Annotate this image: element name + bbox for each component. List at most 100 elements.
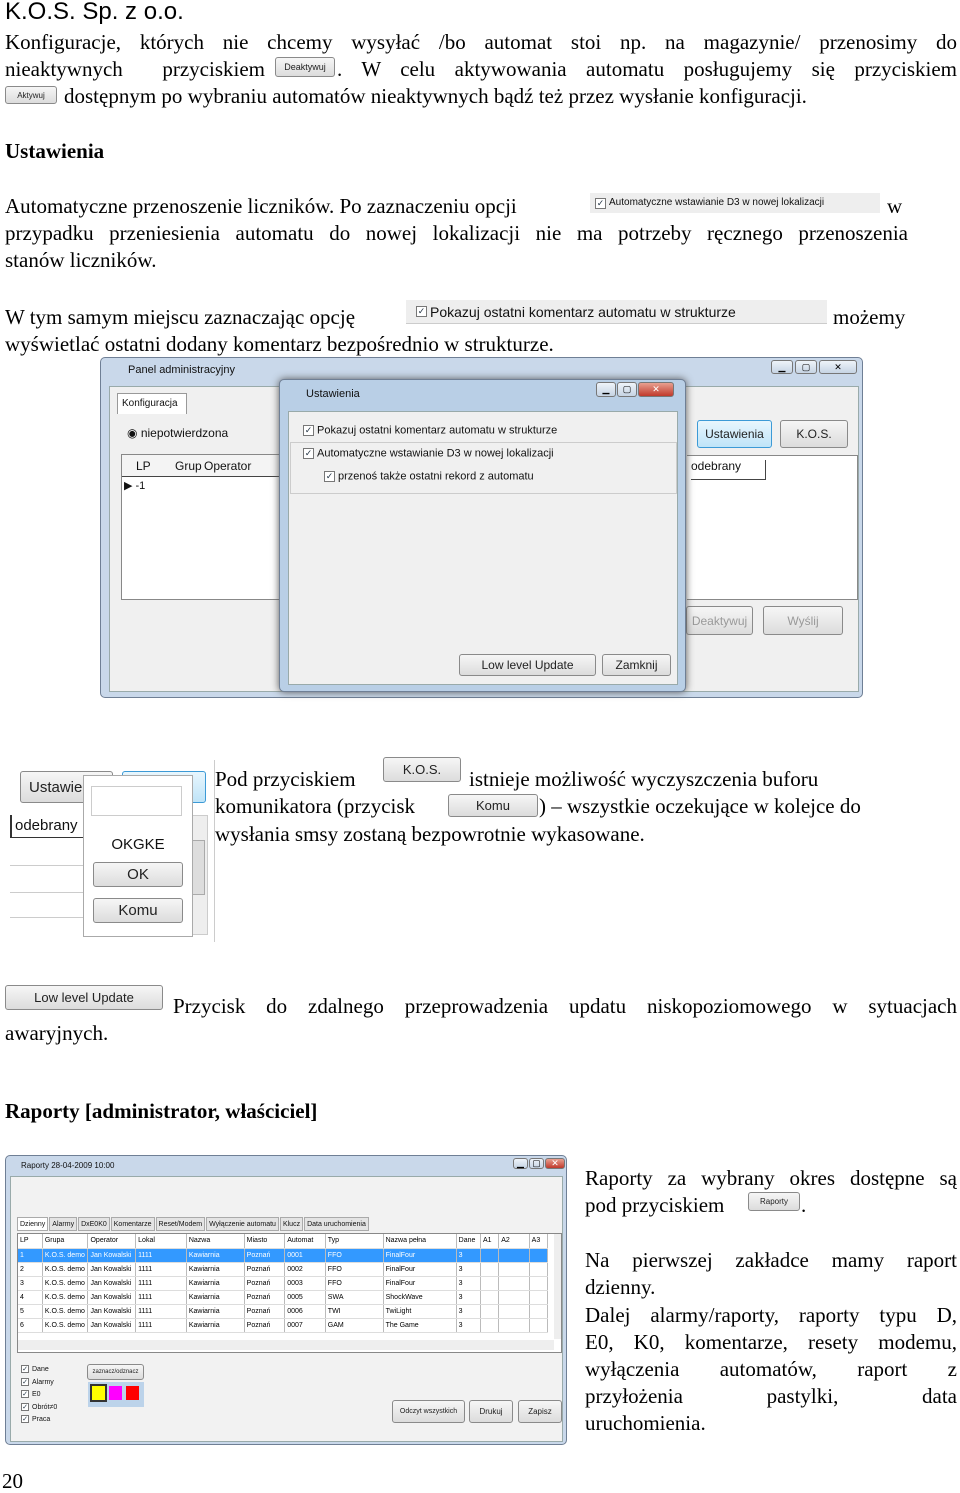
cell <box>529 1318 549 1333</box>
checkbox-icon: ✓ <box>21 1365 29 1373</box>
minimize-button[interactable]: ▁ <box>596 382 616 397</box>
checkbox-3[interactable]: ✓ Obrót≠0 <box>21 1402 57 1416</box>
tab-reset-modem[interactable]: Reset/Modem <box>155 1217 206 1231</box>
wyslij-button[interactable]: Wyślij <box>763 606 843 635</box>
col-header[interactable]: Operator <box>87 1234 137 1249</box>
checkbox-auto-d3[interactable]: ✓ Automatyczne wstawianie D3 w nowej loka… <box>303 448 554 459</box>
toggle-all-button[interactable]: zaznacz/odznacz <box>87 1364 144 1380</box>
grid[interactable]: odebrany <box>10 815 90 937</box>
tab-dzienny[interactable]: Dzienny <box>17 1217 49 1231</box>
tab-dxe0k0[interactable]: DxE0K0 <box>78 1217 110 1231</box>
cell: Poznań <box>244 1248 286 1263</box>
text-line: . W celu aktywowania automatu posługujem… <box>337 57 957 81</box>
cell: Kawiarnia <box>186 1262 245 1277</box>
checkbox-2[interactable]: ✓ E0 <box>21 1390 57 1403</box>
low-level-update-button[interactable]: Low level Update <box>459 654 596 676</box>
close-button[interactable]: ✕ <box>545 1158 565 1169</box>
ustawienia-button[interactable]: Ustawienia <box>697 420 772 448</box>
checkbox-icon: ✓ <box>303 448 314 459</box>
col-header[interactable]: Grupa <box>42 1234 89 1249</box>
report-grid[interactable]: LP Grupa Operator Lokal Nazwa Miasto Automat Ty… <box>17 1233 562 1353</box>
text-line: uruchomienia. <box>585 1411 706 1435</box>
read-all-button[interactable]: Odczyt wszystkich <box>392 1400 465 1423</box>
print-button[interactable]: Drukuj <box>469 1400 513 1423</box>
maximize-button[interactable]: ▢ <box>795 360 817 374</box>
zamknij-button[interactable]: Zamknij <box>602 654 671 676</box>
col-header[interactable]: A2 <box>498 1234 530 1249</box>
checkbox-4[interactable]: ✓ Praca <box>21 1415 57 1428</box>
col-header[interactable]: Lokal <box>135 1234 187 1249</box>
cell: FFO <box>325 1248 384 1263</box>
cell: 0006 <box>284 1304 326 1319</box>
col-header[interactable]: Dane <box>456 1234 481 1249</box>
radio-niepotwierdzona[interactable]: ◉ niepotwierdzona <box>127 427 228 439</box>
text-line: ) – wszystkie oczekujące w kolejce do <box>539 794 861 818</box>
table-row[interactable]: 3 K.O.S. demo Jan Kowalski 1111 Kawiarnia Poz… <box>18 1276 549 1291</box>
horizontal-scrollbar[interactable] <box>18 1340 554 1350</box>
col-header[interactable]: odebrany <box>10 815 88 838</box>
kos-button[interactable]: K.O.S. <box>780 420 848 448</box>
tab-komentarze[interactable]: Komentarze <box>110 1217 155 1231</box>
checkbox-move-last-record[interactable]: ✓ przenoś także ostatni rekord z automatu <box>324 471 534 482</box>
text-line: nieaktywnych przyciskiem <box>5 57 265 81</box>
scroll-thumb[interactable] <box>191 840 205 895</box>
admin-panel-window: Panel administracyjny ▁ ▢ ✕ Konfiguracja… <box>100 357 863 698</box>
vertical-scrollbar[interactable] <box>554 1234 561 1339</box>
col-header[interactable]: odebrany <box>691 460 766 480</box>
col-header[interactable]: LP <box>18 1234 43 1249</box>
cell: 3 <box>456 1248 481 1263</box>
checkbox-1[interactable]: ✓ Alarmy <box>21 1377 57 1391</box>
col-header[interactable]: A3 <box>529 1234 549 1249</box>
color-swatch[interactable] <box>90 1384 107 1402</box>
color-swatch[interactable] <box>109 1386 122 1400</box>
col-header[interactable]: Miasto <box>244 1234 286 1249</box>
table-row[interactable]: 5 K.O.S. demo Jan Kowalski 1111 Kawiarnia Poz… <box>18 1304 549 1319</box>
cell <box>529 1304 549 1319</box>
cell: 1111 <box>135 1248 187 1263</box>
table-row[interactable]: 4 K.O.S. demo Jan Kowalski 1111 Kawiarnia Poz… <box>18 1290 549 1305</box>
komu-button[interactable]: Komu <box>93 898 183 923</box>
cell: ShockWave <box>383 1290 457 1305</box>
tab-wy-czenie-automatu[interactable]: Wyłączenie automatu <box>206 1217 279 1231</box>
col-header[interactable]: Automat <box>284 1234 326 1249</box>
maximize-button[interactable]: ▢ <box>529 1158 544 1169</box>
minimize-button[interactable]: ▁ <box>771 360 793 374</box>
table-row[interactable]: 2 K.O.S. demo Jan Kowalski 1111 Kawiarnia Poz… <box>18 1262 549 1277</box>
tab-data-uruchomienia[interactable]: Data uruchomienia <box>304 1217 369 1231</box>
ok-button[interactable]: OK <box>93 862 183 887</box>
checkbox-icon: ✓ <box>21 1415 29 1423</box>
close-button[interactable]: ✕ <box>638 382 674 397</box>
text-line: wyświetlać ostatni dodany komentarz bezp… <box>5 332 554 356</box>
checkbox-0[interactable]: ✓ Dane <box>21 1365 57 1378</box>
close-button[interactable]: ✕ <box>819 360 857 374</box>
message-input[interactable] <box>91 786 182 816</box>
checkbox-icon: ✓ <box>416 306 427 317</box>
config-grid[interactable]: LP Grup Operator ▶ -1 <box>121 454 282 600</box>
maximize-button[interactable]: ▢ <box>617 382 637 397</box>
cell: -1 <box>135 480 146 492</box>
col-header[interactable]: Operator <box>204 460 251 472</box>
cell: 3 <box>18 1276 43 1291</box>
cell <box>498 1318 530 1333</box>
col-header[interactable]: Nazwa pełna <box>383 1234 457 1249</box>
tab-klucz[interactable]: Klucz <box>279 1217 304 1231</box>
deaktywuj-button[interactable]: Deaktywuj <box>686 606 753 635</box>
table-row[interactable]: 6 K.O.S. demo Jan Kowalski 1111 Kawiarnia Poz… <box>18 1318 549 1333</box>
save-button[interactable]: Zapisz <box>518 1400 562 1423</box>
col-header[interactable]: A1 <box>480 1234 500 1249</box>
table-row[interactable]: 1 K.O.S. demo Jan Kowalski 1111 Kawiarnia Poz… <box>18 1248 549 1263</box>
col-header[interactable]: Grup <box>175 460 202 472</box>
col-header[interactable]: LP <box>136 460 151 472</box>
color-swatch[interactable] <box>126 1386 139 1400</box>
cell: K.O.S. demo <box>42 1276 89 1291</box>
text-line: możemy <box>833 305 906 329</box>
config-grid-right[interactable]: odebrany <box>687 455 858 600</box>
tab-konfiguracja[interactable]: Konfiguracja <box>117 393 187 414</box>
minimize-button[interactable]: ▁ <box>513 1158 528 1169</box>
grid-row[interactable]: ▶ -1 <box>124 481 145 492</box>
col-header[interactable]: Typ <box>325 1234 384 1249</box>
col-header[interactable]: Nazwa <box>186 1234 245 1249</box>
checkbox-show-comment[interactable]: ✓ Pokazuj ostatni komentarz automatu w st… <box>303 425 557 436</box>
cell: Jan Kowalski <box>87 1276 137 1291</box>
tab-alarmy[interactable]: Alarmy <box>49 1217 78 1231</box>
